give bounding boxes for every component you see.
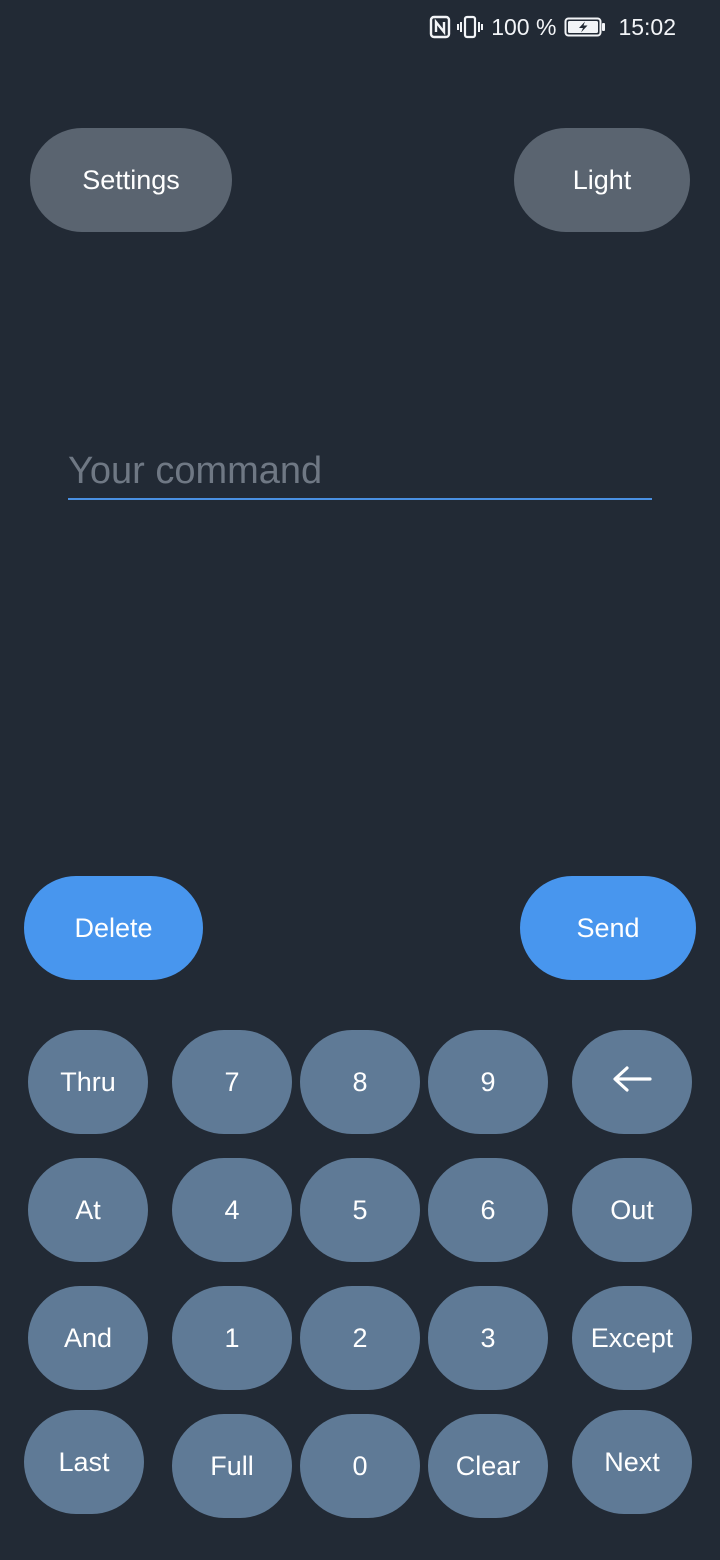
key-label: Clear [455, 1450, 521, 1481]
key-and[interactable]: And [28, 1286, 148, 1390]
delete-button[interactable]: Delete [24, 876, 203, 980]
key-3[interactable]: 3 [428, 1286, 548, 1390]
key-label: Thru [60, 1066, 116, 1097]
settings-button[interactable]: Settings [30, 128, 232, 232]
key-7[interactable]: 7 [172, 1030, 292, 1134]
key-5[interactable]: 5 [300, 1158, 420, 1262]
key-label: 1 [224, 1322, 240, 1353]
key-label: Full [210, 1450, 254, 1481]
key-9[interactable]: 9 [428, 1030, 548, 1134]
key-0[interactable]: 0 [300, 1414, 420, 1518]
send-button-label: Send [576, 912, 640, 943]
key-label: At [75, 1194, 101, 1225]
key-label: Except [590, 1322, 674, 1353]
key-thru[interactable]: Thru [28, 1030, 148, 1134]
key-except[interactable]: Except [572, 1286, 692, 1390]
battery-charging-icon [564, 16, 606, 38]
nfc-icon [429, 15, 451, 39]
arrow-left-icon [612, 1065, 652, 1099]
key-label: 3 [480, 1322, 496, 1353]
vibrate-icon [457, 15, 484, 39]
key-8[interactable]: 8 [300, 1030, 420, 1134]
command-input[interactable] [68, 444, 652, 498]
key-2[interactable]: 2 [300, 1286, 420, 1390]
key-label: 9 [480, 1066, 496, 1097]
key-label: 7 [224, 1066, 240, 1097]
clock: 15:02 [618, 13, 676, 40]
key-6[interactable]: 6 [428, 1158, 548, 1262]
delete-button-label: Delete [74, 912, 153, 943]
key-last[interactable]: Last [24, 1410, 144, 1514]
send-button[interactable]: Send [520, 876, 696, 980]
key-label: Last [58, 1446, 110, 1477]
theme-toggle-label: Light [572, 164, 632, 195]
key-out[interactable]: Out [572, 1158, 692, 1262]
status-bar: 100 % 15:02 [429, 10, 676, 44]
key-clear[interactable]: Clear [428, 1414, 548, 1518]
key-label: 2 [352, 1322, 368, 1353]
key-label: Next [604, 1446, 660, 1477]
key-at[interactable]: At [28, 1158, 148, 1262]
key-backspace[interactable] [572, 1030, 692, 1134]
command-field [68, 444, 652, 500]
key-next[interactable]: Next [572, 1410, 692, 1514]
key-label: 4 [224, 1194, 240, 1225]
battery-percent: 100 % [491, 13, 557, 40]
key-4[interactable]: 4 [172, 1158, 292, 1262]
key-1[interactable]: 1 [172, 1286, 292, 1390]
settings-button-label: Settings [82, 164, 180, 195]
key-label: 5 [352, 1194, 368, 1225]
theme-toggle-button[interactable]: Light [514, 128, 690, 232]
key-label: 6 [480, 1194, 496, 1225]
key-label: 8 [352, 1066, 368, 1097]
key-label: 0 [352, 1450, 368, 1481]
key-full[interactable]: Full [172, 1414, 292, 1518]
key-label: Out [610, 1194, 654, 1225]
key-label: And [63, 1322, 113, 1353]
